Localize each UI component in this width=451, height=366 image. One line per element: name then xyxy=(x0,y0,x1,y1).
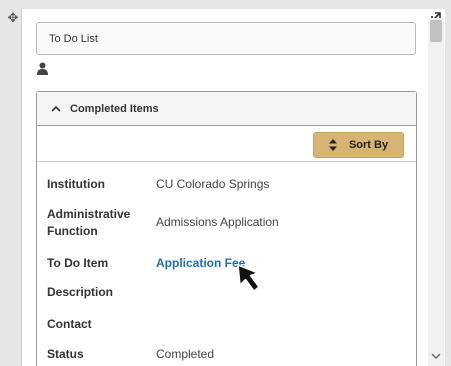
detail-label: Description xyxy=(47,285,114,299)
section-toolbar: Sort By xyxy=(37,126,416,162)
section-header[interactable]: Completed Items xyxy=(37,92,416,126)
detail-value: CU Colorado Springs xyxy=(156,177,270,191)
panel-title-text: To Do List xyxy=(49,32,98,45)
panel-title: To Do List xyxy=(36,22,416,55)
detail-value: Completed xyxy=(156,347,215,361)
detail-row-status: Status Completed xyxy=(47,346,407,363)
move-icon[interactable]: ✥ xyxy=(6,11,20,25)
mouse-pointer-icon xyxy=(237,264,260,292)
section-header-label: Completed Items xyxy=(70,102,159,115)
sort-by-label: Sort By xyxy=(348,139,389,151)
scroll-thumb[interactable] xyxy=(430,20,442,42)
application-fee-link[interactable]: Application Fee xyxy=(156,255,245,272)
detail-row-description: Description xyxy=(47,284,407,301)
chevron-up-icon[interactable] xyxy=(51,105,61,112)
detail-row-administrative-function: Administrative Function Admissions Appli… xyxy=(47,206,407,240)
detail-label: Contact xyxy=(47,317,92,331)
user-icon xyxy=(37,62,48,75)
todo-window: ✥ To Do List Completed Items Sort By Ins… xyxy=(0,0,451,366)
detail-label: Status xyxy=(47,347,84,361)
sort-icon xyxy=(328,139,337,151)
detail-row-contact: Contact xyxy=(47,316,407,333)
detail-label: To Do Item xyxy=(47,256,109,270)
scroll-down-icon[interactable] xyxy=(431,352,441,360)
vertical-scrollbar[interactable] xyxy=(428,18,444,366)
detail-value: Admissions Application xyxy=(156,215,279,229)
detail-row-institution: Institution CU Colorado Springs xyxy=(47,176,407,193)
detail-label: Administrative Function xyxy=(47,207,131,238)
detail-label: Institution xyxy=(47,177,105,191)
detail-row-to-do-item: To Do Item Application Fee xyxy=(47,255,407,272)
completed-items-section: Completed Items Sort By Institution CU C… xyxy=(36,91,417,366)
sort-by-button[interactable]: Sort By xyxy=(313,132,404,158)
